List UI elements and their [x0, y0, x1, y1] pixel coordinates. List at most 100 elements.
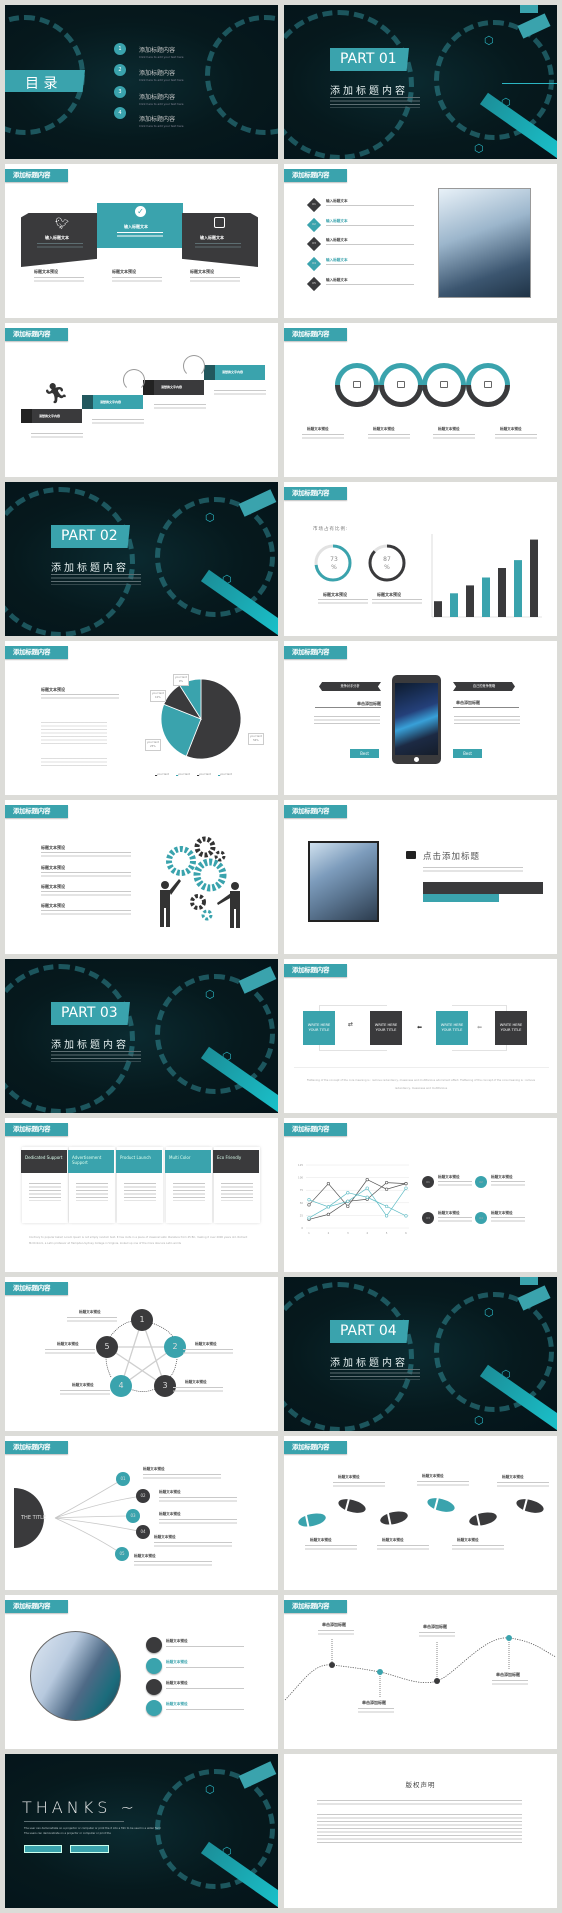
presenter-button[interactable]	[24, 1845, 62, 1853]
placeholder-text	[214, 390, 266, 396]
header-tag: 添加标题内容	[5, 1600, 68, 1613]
tree-node: 05	[115, 1547, 129, 1561]
placeholder-text	[333, 1482, 385, 1488]
caption-title: 标题文本预设	[373, 427, 395, 431]
header-tag: 添加标题内容	[5, 169, 68, 182]
placeholder-text	[330, 97, 420, 108]
footprint-title: 标题文本预设	[502, 1475, 524, 1479]
slide-phone[interactable]: 添加标题内容 竞争对手分析 自己的竞争策略 单击添加标题 单击添加标题 Best…	[284, 641, 557, 795]
bar	[434, 601, 442, 617]
bar-chart	[431, 534, 542, 618]
slide-wave-timeline[interactable]: 添加标题内容 单击添加标题 单击添加标题 单击添加标题 单击添加标题	[284, 1595, 557, 1749]
flow-box: WRITE HERE YOUR TITLE	[436, 1011, 468, 1045]
placeholder-text	[305, 1545, 357, 1551]
slide-flow[interactable]: 添加标题内容 WRITE HERE YOUR TITLE WRITE HERE …	[284, 959, 557, 1113]
slide-list-photo[interactable]: 添加标题内容 01 输入标题文本 02 输入标题文本 03 输入标题文本 04 输入标题文本 0…	[284, 164, 557, 318]
hexagon-icon: ⬡	[205, 988, 215, 1001]
divider	[294, 1067, 549, 1068]
slide-rings[interactable]: 添加标题内容 标题文本预设 标题文本预设 标题文本预设 标题文本预设	[284, 323, 557, 477]
slide-photo-title[interactable]: 添加标题内容 点击添加标题	[284, 800, 557, 954]
dark-bar	[423, 882, 543, 894]
data-point	[384, 1204, 389, 1208]
hexagon-icon: ⬡	[474, 142, 484, 155]
toc-item-title[interactable]: 添加标题内容	[139, 68, 175, 77]
slide-part-03[interactable]: ⬡ ⬡ PART 03 添加标题内容	[5, 959, 278, 1113]
placeholder-text	[368, 434, 410, 440]
caption-title: 标题文本预设	[307, 427, 329, 431]
x-tick-label: 4	[366, 1231, 368, 1235]
section-title: 单击添加标题	[456, 700, 480, 705]
hexagon-icon: ⬡	[484, 34, 494, 47]
slide-circle-photo[interactable]: 添加标题内容 标题文本预设 标题文本预设 标题文本预设 标题文本预设	[5, 1595, 278, 1749]
ring-bottom-half	[466, 385, 510, 407]
legend-swatch	[218, 774, 220, 776]
placeholder-text	[454, 716, 520, 726]
list-item-title[interactable]: 输入标题文本	[326, 219, 348, 224]
list-item-title[interactable]: 输入标题文本	[326, 199, 348, 204]
toc-item-title[interactable]: 添加标题内容	[139, 114, 175, 123]
placeholder-text	[438, 1217, 472, 1223]
toc-item-title[interactable]: 添加标题内容	[139, 92, 175, 101]
part-title: 添加标题内容	[51, 1040, 129, 1051]
y-tick-label: 0	[301, 1226, 303, 1230]
slide-thanks[interactable]: ⬡ ⬡ THANKS ~ The user can demonstrate on…	[5, 1754, 278, 1908]
copyright-title: 版权声明	[405, 1781, 436, 1789]
slide-title-tree[interactable]: 添加标题内容 THE TITLE 01 标题文本预设 02 标题文本预设 03 标题文本预…	[5, 1436, 278, 1590]
slide-gears[interactable]: 添加标题内容 标题文本预设 标题文本预设 标题文本预设 标题文本预设	[5, 800, 278, 954]
data-point	[307, 1216, 311, 1220]
footprint-title: 标题文本预设	[457, 1538, 479, 1542]
date-button[interactable]	[70, 1845, 109, 1853]
slide-part-02[interactable]: ⬡ ⬡ PART 02 添加标题内容	[5, 482, 278, 636]
toc-title: 目 录	[25, 76, 58, 92]
toc-number: 3	[114, 86, 126, 98]
placeholder-text	[423, 867, 523, 873]
timeline-dot	[506, 1635, 512, 1641]
slide-toc[interactable]: 目 录 1 添加标题内容 Click here to add your text…	[5, 5, 278, 159]
slide-feature-table[interactable]: 添加标题内容 Dedicated Support Advertisement Su…	[5, 1118, 278, 1272]
list-item-title[interactable]: 输入标题文本	[326, 278, 348, 283]
caption-title: 标题文本预设	[438, 427, 460, 431]
placeholder-text	[417, 1481, 469, 1487]
slide-part-04[interactable]: ⬡ ⬡ ⬡ PART 04 添加标题内容	[284, 1277, 557, 1431]
legend-swatch	[176, 774, 178, 776]
x-tick-label: 3	[347, 1231, 349, 1235]
y-tick-label: 75	[300, 1188, 304, 1192]
placeholder-text	[318, 1630, 354, 1636]
best-button[interactable]: Best	[350, 749, 379, 758]
tree-title: 标题文本预设	[159, 1490, 181, 1494]
data-point	[307, 1198, 311, 1202]
click-title[interactable]: 点击添加标题	[423, 850, 480, 862]
list-item-title[interactable]: 输入标题文本	[326, 258, 348, 263]
placeholder-text	[491, 1181, 525, 1187]
slide-steps[interactable]: 添加标题内容 🏃︎ 请替换文字内容 请替换文字内容 请替换文字内容 请替换文字内…	[5, 323, 278, 477]
flow-box: WRITE HERE YOUR TITLE	[495, 1011, 527, 1045]
slide-footprints[interactable]: 添加标题内容 标题文本预设 标题文本预设 标题文本预设 标题文本预设 标题文本预设 标题文…	[284, 1436, 557, 1590]
slide-pie[interactable]: 添加标题内容 标题文本预设 your text 9% your text 10% you…	[5, 641, 278, 795]
hexagon-icon: ⬡	[205, 511, 215, 524]
toc-item-title[interactable]: 添加标题内容	[139, 45, 175, 54]
y-tick-label: 25	[300, 1213, 304, 1217]
feature-header: Dedicated Support	[21, 1150, 67, 1173]
accent-block	[238, 966, 277, 994]
slide-part-01[interactable]: ⬡ ⬡ ⬡ PART 01 添加标题内容	[284, 5, 557, 159]
placeholder-text	[302, 434, 344, 440]
step-label: 请替换文字内容	[161, 385, 183, 389]
slide-stats[interactable]: 添加标题内容 市场占有比例: 73% 87% 标题文本预设 标题文本预设	[284, 482, 557, 636]
gear-icon	[214, 850, 226, 862]
y-tick-label: 50	[300, 1201, 304, 1205]
legend-badge: 03	[422, 1212, 434, 1224]
rocket-icon	[204, 365, 215, 380]
pie-data-label: your text 10%	[150, 690, 166, 702]
badge-number: 04	[312, 261, 316, 265]
arrow-left-icon: ⬅	[477, 1024, 483, 1031]
hexagon-icon: ⬡	[205, 1783, 215, 1796]
slide-line-chart[interactable]: 添加标题内容 0 25 50 75 100 125 1 2 3 4 5 6 01 标题文本预设 02 标题文…	[284, 1118, 557, 1272]
slide-pentagon[interactable]: 添加标题内容 1 2 3 4 5 标题文本预设 标题文本预设 标题文本预设 标题文本预设 标题文本…	[5, 1277, 278, 1431]
part-label: PART 03	[51, 1002, 130, 1025]
accent-block	[520, 1277, 538, 1285]
placeholder-text	[41, 891, 131, 897]
slide-copyright[interactable]: 版权声明	[284, 1754, 557, 1908]
slide-social[interactable]: 添加标题内容 🐦︎ ✓ 输入标题文本 输入标题文本 输入标题文本 标题文本预设 …	[5, 164, 278, 318]
list-item-title[interactable]: 输入标题文本	[326, 238, 348, 243]
best-button[interactable]: Best	[453, 749, 482, 758]
